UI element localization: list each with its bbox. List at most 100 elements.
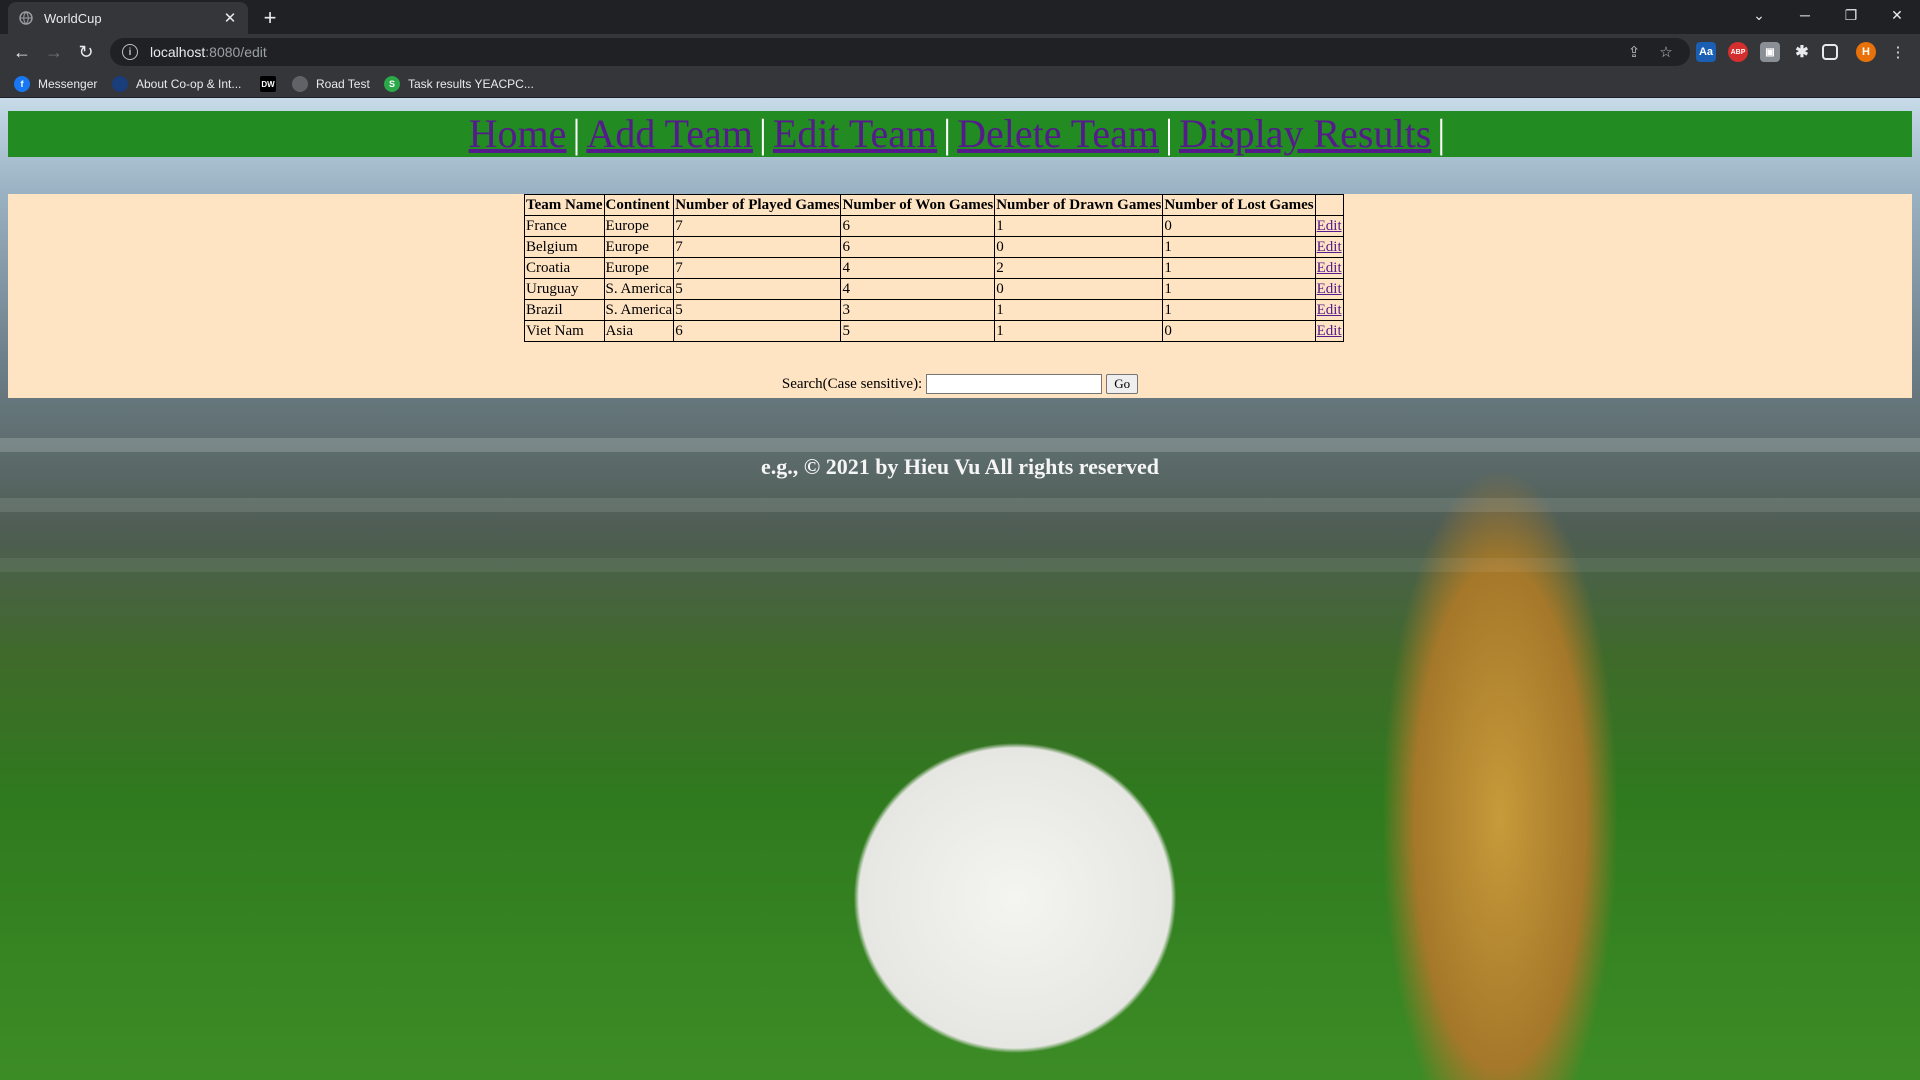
cell-drawn: 1	[994, 320, 1164, 342]
bookmark-messenger[interactable]: f Messenger	[14, 75, 97, 93]
cell-lost: 1	[1162, 299, 1316, 321]
nav-separator: |	[943, 111, 952, 156]
minimize-button[interactable]: ─	[1782, 0, 1828, 30]
side-panel-icon[interactable]	[1822, 44, 1838, 60]
cell-played: 7	[673, 215, 842, 237]
stadium-stand-line	[0, 498, 1920, 512]
search-input[interactable]	[926, 374, 1103, 394]
cell-action: Edit	[1314, 299, 1344, 321]
bookmarks-bar: f Messenger About Co-op & Int... DW Road…	[0, 70, 1920, 98]
url-host: localhost	[150, 44, 206, 60]
browser-toolbar: ← → ↻ i localhost:8080/edit ⇪ ☆ Aa ABP ▣…	[0, 34, 1920, 70]
table-row: Brazil S. America 5 3 1 1 Edit	[524, 299, 1344, 321]
cell-continent: S. America	[603, 299, 675, 321]
cell-action: Edit	[1314, 236, 1344, 258]
header-won-games: Number of Won Games	[840, 194, 996, 216]
cell-won: 3	[840, 299, 996, 321]
cell-won: 4	[840, 257, 996, 279]
adblock-extension-icon[interactable]: ABP	[1728, 42, 1748, 62]
restore-button[interactable]: ❐	[1828, 0, 1874, 30]
search-label: Search(Case sensitive):	[781, 375, 923, 392]
puzzle-extensions-icon[interactable]: ✱	[1792, 42, 1812, 62]
nav-edit-team-link[interactable]: Edit Team	[773, 111, 937, 156]
bookmark-dw[interactable]: DW	[260, 75, 284, 93]
nav-display-results-link[interactable]: Display Results	[1179, 111, 1431, 156]
cell-continent: S. America	[603, 278, 675, 300]
globe-icon	[292, 76, 308, 92]
edit-link[interactable]: Edit	[1317, 281, 1342, 297]
edit-link[interactable]: Edit	[1317, 323, 1342, 339]
close-window-button[interactable]: ✕	[1874, 0, 1920, 30]
search-form: Search(Case sensitive): Go	[8, 374, 1912, 394]
close-tab-icon[interactable]: ✕	[222, 10, 238, 27]
header-played-games: Number of Played Games	[673, 194, 842, 216]
nav-add-team-link[interactable]: Add Team	[586, 111, 752, 156]
edit-link[interactable]: Edit	[1317, 218, 1342, 234]
bookmark-coop[interactable]: About Co-op & Int...	[112, 75, 241, 93]
bookmark-road-test[interactable]: Road Test	[292, 75, 370, 93]
tab-title: WorldCup	[44, 10, 102, 26]
cell-continent: Europe	[603, 236, 675, 258]
cell-team-name: France	[524, 215, 605, 237]
header-team-name: Team Name	[524, 194, 605, 216]
tab-search-button[interactable]: ⌄	[1736, 0, 1782, 30]
cell-played: 7	[673, 257, 842, 279]
edit-link[interactable]: Edit	[1317, 302, 1342, 318]
cell-played: 6	[673, 320, 842, 342]
teams-table: Team Name Continent Number of Played Gam…	[524, 194, 1344, 342]
cell-played: 5	[673, 278, 842, 300]
table-row: Belgium Europe 7 6 0 1 Edit	[524, 236, 1344, 258]
globe-icon	[18, 10, 34, 26]
cell-drawn: 1	[994, 299, 1164, 321]
cell-won: 5	[840, 320, 996, 342]
nav-delete-team-link[interactable]: Delete Team	[957, 111, 1159, 156]
cell-action: Edit	[1314, 320, 1344, 342]
cell-team-name: Brazil	[524, 299, 605, 321]
bookmark-label: Task results YEACPC...	[408, 77, 534, 91]
cell-continent: Asia	[603, 320, 675, 342]
coop-icon	[112, 76, 128, 92]
table-row: France Europe 7 6 1 0 Edit	[524, 215, 1344, 237]
task-results-icon: S	[384, 76, 400, 92]
new-tab-button[interactable]: +	[258, 5, 282, 30]
bookmark-star-icon[interactable]: ☆	[1656, 42, 1676, 62]
stadium-stand-line	[0, 438, 1920, 452]
cell-lost: 1	[1162, 236, 1316, 258]
profile-avatar[interactable]: H	[1856, 42, 1876, 62]
edit-link[interactable]: Edit	[1317, 260, 1342, 276]
cell-action: Edit	[1314, 278, 1344, 300]
table-header-row: Team Name Continent Number of Played Gam…	[524, 194, 1344, 216]
share-icon[interactable]: ⇪	[1624, 42, 1644, 62]
page-viewport: Home | Add Team | Edit Team | Delete Team | Disp…	[0, 98, 1920, 1080]
cell-team-name: Uruguay	[524, 278, 605, 300]
go-button[interactable]: Go	[1106, 374, 1139, 394]
cell-lost: 1	[1162, 278, 1316, 300]
cell-team-name: Viet Nam	[524, 320, 605, 342]
tab-worldcup[interactable]: WorldCup ✕	[8, 2, 248, 34]
dw-icon: DW	[260, 76, 276, 92]
cell-drawn: 1	[994, 215, 1164, 237]
forward-button[interactable]: →	[42, 40, 66, 64]
cell-team-name: Croatia	[524, 257, 605, 279]
tab-strip: WorldCup ✕ + ⌄ ─ ❐ ✕	[0, 0, 1920, 34]
cell-action: Edit	[1314, 215, 1344, 237]
extension-icon[interactable]: ▣	[1760, 42, 1780, 62]
translate-extension-icon[interactable]: Aa	[1696, 42, 1716, 62]
reload-button[interactable]: ↻	[74, 40, 98, 64]
back-button[interactable]: ←	[10, 40, 34, 64]
url-path: :8080/edit	[205, 44, 267, 60]
site-info-icon[interactable]: i	[122, 44, 138, 60]
bookmark-task-results[interactable]: S Task results YEACPC...	[384, 75, 534, 93]
address-bar[interactable]: i localhost:8080/edit	[110, 38, 1690, 66]
cell-won: 6	[840, 215, 996, 237]
header-drawn-games: Number of Drawn Games	[994, 194, 1164, 216]
cell-lost: 1	[1162, 257, 1316, 279]
nav-separator: |	[758, 111, 767, 156]
cell-lost: 0	[1162, 320, 1316, 342]
nav-home-link[interactable]: Home	[469, 111, 567, 156]
footer-copyright: e.g., © 2021 by Hieu Vu All rights reser…	[761, 454, 1159, 479]
edit-link[interactable]: Edit	[1317, 239, 1342, 255]
header-continent: Continent	[603, 194, 675, 216]
nav-separator: |	[572, 111, 581, 156]
menu-kebab-icon[interactable]: ⋮	[1888, 42, 1908, 62]
